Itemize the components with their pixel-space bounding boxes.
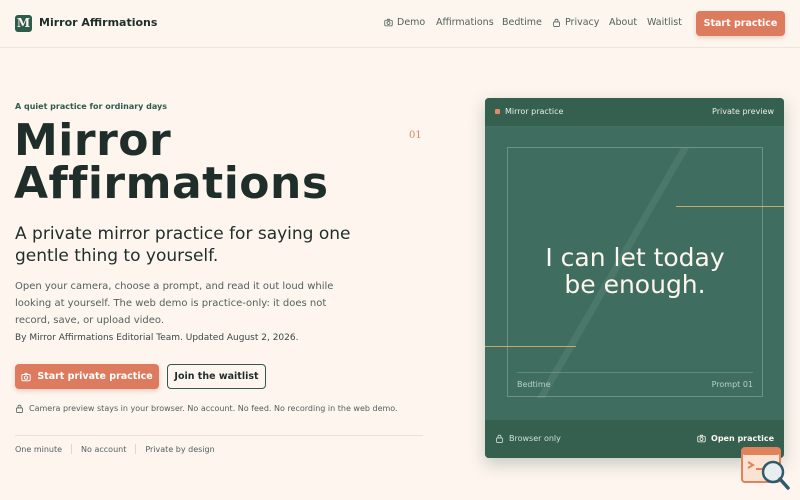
prompt-number: Prompt 01	[711, 380, 753, 389]
title-line-1: Mirror	[14, 115, 172, 166]
join-waitlist-button[interactable]: Join the waitlist	[167, 364, 266, 389]
nav-label-affirmations: Affirmations	[436, 17, 494, 28]
nav-item-demo[interactable]: Demo	[384, 17, 425, 28]
browser-only-label: Browser only	[495, 434, 561, 443]
nav-label-waitlist: Waitlist	[647, 17, 682, 28]
nav-label-bedtime: Bedtime	[502, 17, 542, 28]
nav-item-affirmations[interactable]: Affirmations	[436, 17, 494, 28]
lock-icon	[16, 404, 23, 413]
privacy-note: Camera preview stays in your browser. No…	[15, 404, 398, 413]
feature-list: One minute No account Private by design	[15, 443, 215, 455]
feature-separator	[71, 444, 73, 454]
byline: By Mirror Affirmations Editorial Team. U…	[15, 333, 299, 343]
nav-item-about[interactable]: About	[609, 17, 637, 28]
feature-separator	[135, 444, 137, 454]
prompt-category: Bedtime	[517, 380, 551, 389]
nav-label-privacy: Privacy	[565, 17, 600, 28]
divider	[15, 435, 423, 436]
lock-icon	[553, 18, 560, 27]
site-header: M Mirror Affirmations Demo Affirmations …	[0, 0, 800, 48]
browser-only-text: Browser only	[509, 434, 561, 443]
hero-eyebrow: A quiet practice for ordinary days	[15, 102, 168, 111]
title-line-2: Affirmations	[14, 158, 329, 209]
nav-item-bedtime[interactable]: Bedtime	[502, 17, 542, 28]
nav-item-privacy[interactable]: Privacy	[552, 17, 599, 28]
frame-divider	[517, 372, 753, 373]
affirmation-line-1: I can let today	[545, 243, 725, 272]
hero-description: Open your camera, choose a prompt, and r…	[15, 281, 334, 326]
feature-item: Private by design	[145, 444, 215, 454]
open-practice-label: Open practice	[711, 434, 774, 443]
inspect-widget-icon[interactable]	[740, 444, 792, 492]
open-practice-button[interactable]: Open practice	[697, 434, 774, 443]
nav-label-about: About	[609, 17, 638, 28]
affirmation-line-2: be enough.	[564, 270, 706, 299]
gold-accent-line	[485, 346, 576, 347]
camera-icon	[697, 434, 706, 443]
camera-icon	[384, 18, 393, 27]
logo-icon[interactable]: M	[15, 15, 32, 32]
nav-label-demo: Demo	[397, 17, 426, 28]
start-private-practice-button[interactable]: Start private practice	[15, 364, 159, 389]
start-practice-button[interactable]: Start practice	[696, 11, 785, 36]
practice-card: Mirror practice Private preview I can le…	[485, 98, 784, 458]
start-private-practice-label: Start private practice	[37, 371, 153, 382]
feature-item: No account	[81, 444, 127, 454]
feature-item: One minute	[15, 444, 63, 454]
nav-item-waitlist[interactable]: Waitlist	[647, 17, 682, 28]
section-number: 01	[409, 130, 422, 141]
brand-name[interactable]: Mirror Affirmations	[39, 16, 157, 29]
page-title: Mirror Affirmations	[14, 115, 394, 209]
affirmation-text: I can let today be enough.	[507, 244, 763, 298]
privacy-note-text: Camera preview stays in your browser. No…	[29, 404, 398, 413]
lock-icon	[496, 434, 503, 443]
camera-icon	[21, 372, 31, 381]
gold-accent-line	[676, 206, 784, 207]
hero-subtitle: A private mirror practice for saying one…	[15, 224, 351, 266]
